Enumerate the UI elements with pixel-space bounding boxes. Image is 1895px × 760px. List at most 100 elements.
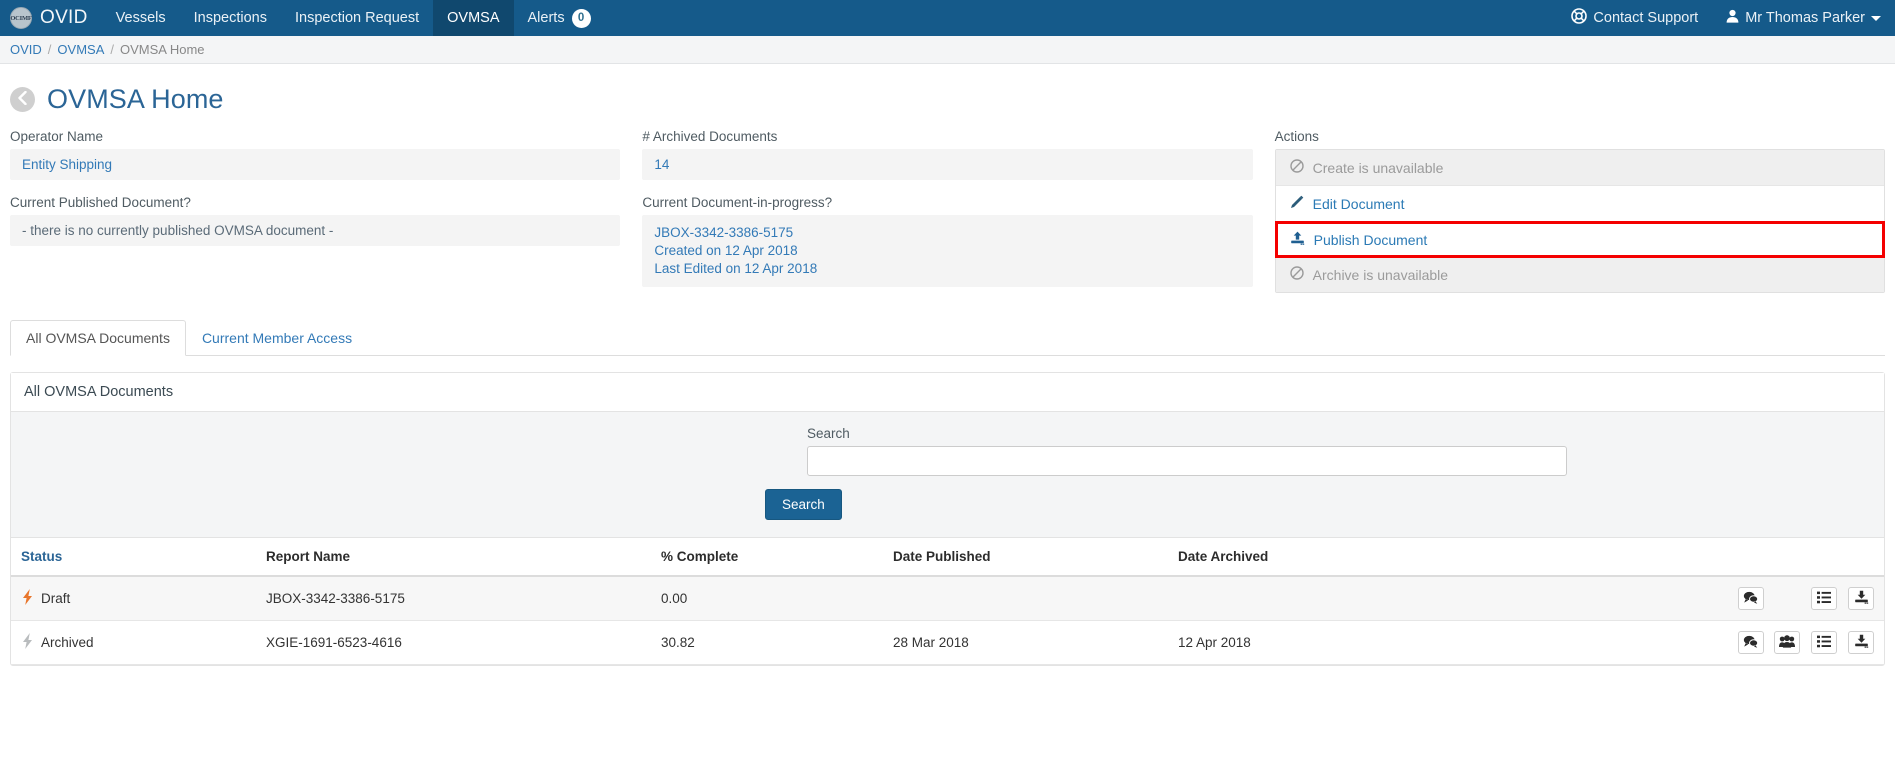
nav-item-ovmsa[interactable]: OVMSA xyxy=(433,0,514,36)
table-row: Draft JBOX-3342-3386-5175 0.00 xyxy=(11,576,1884,622)
cell-date-published: 28 Mar 2018 xyxy=(883,620,1168,666)
upload-icon xyxy=(1290,231,1305,248)
table-body: Draft JBOX-3342-3386-5175 0.00 Archived … xyxy=(11,576,1884,666)
brand[interactable]: OCIMF OVID xyxy=(0,0,102,36)
download-icon-button[interactable] xyxy=(1848,631,1874,655)
secondary-nav: Contact Support Mr Thomas Parker xyxy=(1557,0,1895,36)
column-header-date-published: Date Published xyxy=(883,538,1168,578)
list-icon xyxy=(1817,591,1832,607)
action-label: Publish Document xyxy=(1313,231,1428,248)
pencil-icon xyxy=(1290,195,1304,212)
action-label: Archive is unavailable xyxy=(1312,266,1449,283)
nav-item-inspection-request[interactable]: Inspection Request xyxy=(281,0,433,36)
search-button-row: Search xyxy=(11,476,1884,521)
archived-documents-value: 14 xyxy=(642,149,1253,180)
action-create-unavailable: Create is unavailable xyxy=(1275,150,1884,186)
column-header-actions xyxy=(1488,538,1884,578)
info-column-left: Operator Name Entity Shipping Current Pu… xyxy=(10,129,621,302)
in-progress-document-link[interactable]: JBOX-3342-3386-5175 xyxy=(654,224,1240,242)
table-header: Status Report Name % Complete Date Publi… xyxy=(11,538,1884,578)
cell-status: Draft xyxy=(11,576,256,622)
archived-documents-label: # Archived Documents xyxy=(642,129,778,144)
breadcrumb-item-ovmsa[interactable]: OVMSA xyxy=(57,42,104,57)
primary-nav: Vessels Inspections Inspection Request O… xyxy=(102,0,605,36)
list-icon-button[interactable] xyxy=(1811,631,1838,655)
comments-icon xyxy=(1743,635,1759,651)
nav-item-label: Alerts xyxy=(527,10,565,26)
cell-date-published xyxy=(883,576,1168,622)
status-label: Archived xyxy=(41,635,94,651)
nav-item-alerts[interactable]: Alerts 0 xyxy=(514,0,605,36)
cell-percent-complete[interactable]: 0.00 xyxy=(651,576,883,622)
contact-support-label: Contact Support xyxy=(1593,10,1699,26)
back-button[interactable] xyxy=(10,87,35,112)
info-column-right: Actions Create is unavailable Edit Docum… xyxy=(1274,129,1885,302)
published-document-value: - there is no currently published OVMSA … xyxy=(10,215,621,246)
cell-percent-complete[interactable]: 30.82 xyxy=(651,620,883,666)
comments-icon xyxy=(1743,591,1759,607)
list-icon-button[interactable] xyxy=(1811,587,1838,611)
users-icon-button[interactable] xyxy=(1774,631,1801,655)
info-column-middle: # Archived Documents 14 Current Document… xyxy=(642,129,1253,302)
search-input[interactable] xyxy=(807,446,1567,477)
tab-label: Current Member Access xyxy=(201,330,353,347)
search-field-column: Search xyxy=(807,426,1567,477)
breadcrumb-current: OVMSA Home xyxy=(120,42,205,57)
table-row: Archived XGIE-1691-6523-4616 30.82 28 Ma… xyxy=(11,620,1884,666)
page-header: OVMSA Home xyxy=(0,64,1895,129)
ocimf-logo-icon: OCIMF xyxy=(10,7,32,29)
action-archive-unavailable: Archive is unavailable xyxy=(1275,257,1884,292)
chevron-left-icon xyxy=(17,90,28,108)
download-icon xyxy=(1854,634,1869,651)
search-field-row: Search xyxy=(11,426,1884,477)
panel-heading: All OVMSA Documents xyxy=(11,373,1884,413)
users-icon xyxy=(1779,635,1796,651)
search-button[interactable]: Search xyxy=(765,489,842,521)
breadcrumb-item-ovid[interactable]: OVID xyxy=(10,42,42,57)
contact-support-link[interactable]: Contact Support xyxy=(1557,0,1712,36)
in-progress-label: Current Document-in-progress? xyxy=(642,195,833,210)
action-edit-document[interactable]: Edit Document xyxy=(1275,186,1884,222)
column-header-report-name: Report Name xyxy=(256,538,651,578)
user-icon xyxy=(1726,9,1739,27)
brand-name: OVID xyxy=(40,7,88,28)
alerts-count-badge: 0 xyxy=(571,8,591,28)
tabs: All OVMSA Documents Current Member Acces… xyxy=(10,320,1885,357)
ban-icon xyxy=(1289,266,1304,283)
action-publish-document[interactable]: Publish Document xyxy=(1274,221,1885,258)
cell-row-actions xyxy=(1488,576,1884,622)
action-label: Create is unavailable xyxy=(1312,159,1444,176)
page-title: OVMSA Home xyxy=(47,84,224,114)
comments-icon-button[interactable] xyxy=(1737,587,1764,611)
nav-item-label: Inspection Request xyxy=(295,10,420,26)
breadcrumb-separator: / xyxy=(110,42,115,57)
column-header-date-archived: Date Archived xyxy=(1168,538,1488,578)
column-header-status[interactable]: Status xyxy=(11,538,256,578)
nav-item-inspections[interactable]: Inspections xyxy=(180,0,281,36)
tab-all-ovmsa-documents[interactable]: All OVMSA Documents xyxy=(10,320,186,357)
nav-item-label: OVMSA xyxy=(447,10,500,26)
operator-name-label: Operator Name xyxy=(10,129,104,144)
in-progress-last-edited[interactable]: Last Edited on 12 Apr 2018 xyxy=(654,260,1240,278)
download-icon-button[interactable] xyxy=(1848,587,1874,611)
published-document-label: Current Published Document? xyxy=(10,195,191,210)
tab-label: All OVMSA Documents xyxy=(26,330,170,347)
top-navbar: OCIMF OVID Vessels Inspections Inspectio… xyxy=(0,0,1895,36)
actions-label: Actions xyxy=(1274,129,1319,144)
ban-icon xyxy=(1289,159,1304,176)
tab-current-member-access[interactable]: Current Member Access xyxy=(186,320,368,356)
table-header-row: Status Report Name % Complete Date Publi… xyxy=(11,538,1884,578)
chevron-down-icon xyxy=(1871,10,1881,26)
cell-row-actions xyxy=(1488,620,1884,666)
search-area: Search Search xyxy=(11,412,1884,539)
lifering-icon xyxy=(1571,8,1588,28)
nav-item-vessels[interactable]: Vessels xyxy=(102,0,180,36)
action-label: Edit Document xyxy=(1312,195,1405,212)
cell-date-archived xyxy=(1168,576,1488,622)
in-progress-created-on[interactable]: Created on 12 Apr 2018 xyxy=(654,242,1240,260)
comments-icon-button[interactable] xyxy=(1737,631,1764,655)
bolt-icon xyxy=(21,633,34,652)
download-icon xyxy=(1854,590,1869,607)
cell-status: Archived xyxy=(11,620,256,666)
user-menu[interactable]: Mr Thomas Parker xyxy=(1712,0,1895,36)
